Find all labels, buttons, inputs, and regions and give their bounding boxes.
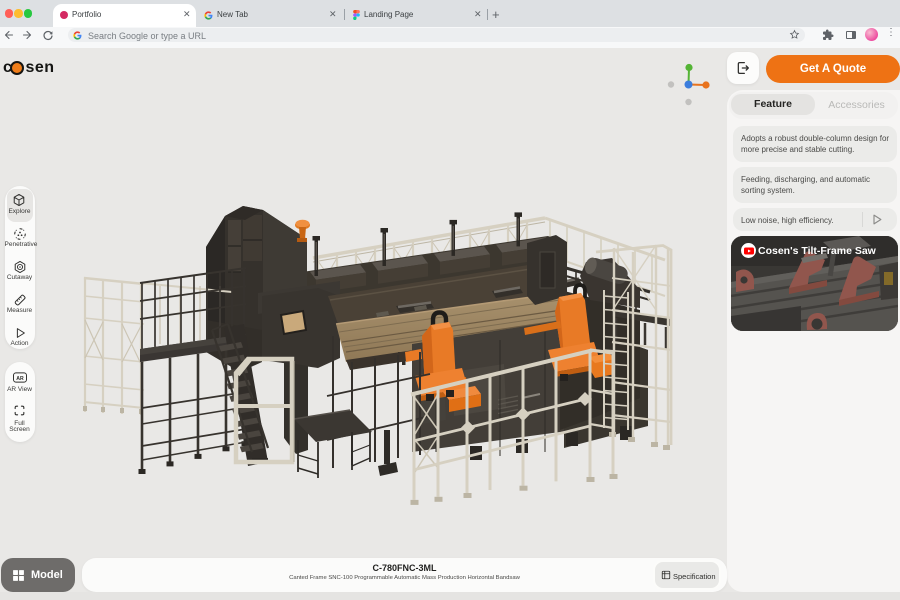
svg-text:AR: AR — [16, 375, 24, 381]
